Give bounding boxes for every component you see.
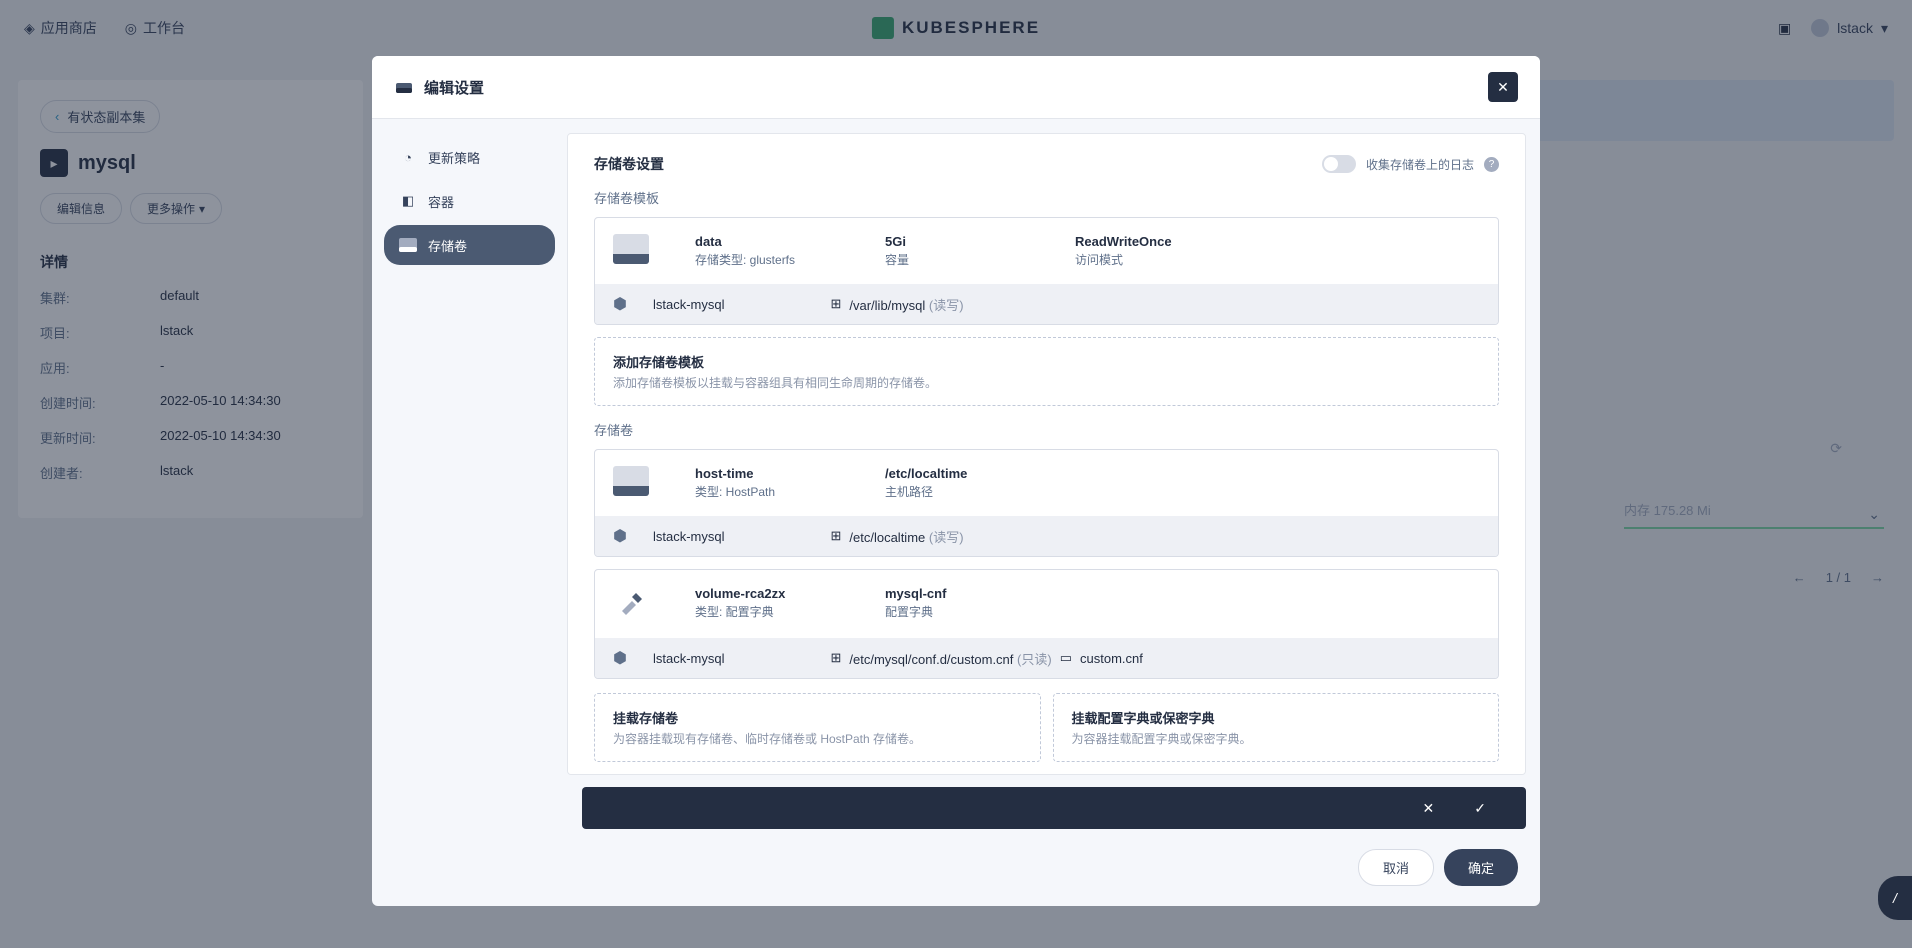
nav-storage[interactable]: 存储卷 [384, 225, 555, 265]
modal-nav: ◔更新策略 ◧容器 存储卷 [372, 119, 567, 775]
strategy-icon: ◔ [398, 147, 418, 167]
nav-update-strategy[interactable]: ◔更新策略 [384, 137, 555, 177]
configmap-icon [613, 586, 649, 622]
docker-icon: ⬢ [613, 526, 627, 546]
volumes-heading: 存储卷 [594, 420, 1499, 439]
mount-row: ⬢ lstack-mysql ⊞/var/lib/mysql (读写) [595, 284, 1498, 324]
mount-volume-action[interactable]: 挂载存储卷 为容器挂载现有存储卷、临时存储卷或 HostPath 存储卷。 [594, 693, 1041, 762]
docker-icon: ⬢ [613, 294, 627, 314]
help-float-button[interactable]: / [1878, 876, 1912, 920]
settings-icon [394, 77, 414, 97]
container-icon: ◧ [398, 191, 418, 211]
add-volume-template[interactable]: 添加存储卷模板 添加存储卷模板以挂载与容器组具有相同生命周期的存储卷。 [594, 337, 1499, 406]
nav-container[interactable]: ◧容器 [384, 181, 555, 221]
volume-icon [613, 466, 649, 496]
volume-template-heading: 存储卷模板 [594, 188, 1499, 207]
collect-logs-toggle[interactable] [1322, 155, 1356, 173]
path-icon: ⊞ [830, 296, 841, 312]
volume-template-card[interactable]: data存储类型: glusterfs 5Gi容量 ReadWriteOnce访… [594, 217, 1499, 325]
discard-icon[interactable]: ✕ [1423, 800, 1435, 817]
key-icon: ▭ [1060, 650, 1072, 666]
close-button[interactable]: ✕ [1488, 72, 1518, 102]
inline-action-bar: ✕ ✓ [582, 787, 1526, 829]
volume-card-configmap[interactable]: volume-rca2zx类型: 配置字典 mysql-cnf配置字典 ⬢ ls… [594, 569, 1499, 679]
confirm-icon[interactable]: ✓ [1474, 800, 1486, 817]
path-icon: ⊞ [830, 528, 841, 544]
modal-overlay: 编辑设置 ✕ ◔更新策略 ◧容器 存储卷 存储卷设置 收集存储卷上的日志 ? [0, 0, 1912, 948]
mount-row: ⬢ lstack-mysql ⊞/etc/mysql/conf.d/custom… [595, 638, 1498, 678]
section-title: 存储卷设置 [594, 154, 664, 174]
mount-row: ⬢ lstack-mysql ⊞/etc/localtime (读写) [595, 516, 1498, 556]
volume-icon [613, 234, 649, 264]
path-icon: ⊞ [830, 650, 841, 666]
volume-card-host-time[interactable]: host-time类型: HostPath /etc/localtime主机路径… [594, 449, 1499, 557]
ok-button[interactable]: 确定 [1444, 849, 1518, 886]
modal-content: 存储卷设置 收集存储卷上的日志 ? 存储卷模板 data存储类型: gluste… [567, 133, 1526, 775]
docker-icon: ⬢ [613, 648, 627, 668]
mount-configmap-action[interactable]: 挂载配置字典或保密字典 为容器挂载配置字典或保密字典。 [1053, 693, 1500, 762]
help-icon[interactable]: ? [1484, 157, 1499, 172]
cancel-button[interactable]: 取消 [1358, 849, 1434, 886]
close-icon: ✕ [1497, 79, 1509, 96]
storage-icon [398, 235, 418, 255]
edit-settings-modal: 编辑设置 ✕ ◔更新策略 ◧容器 存储卷 存储卷设置 收集存储卷上的日志 ? [372, 56, 1540, 906]
modal-title: 编辑设置 [424, 77, 484, 98]
